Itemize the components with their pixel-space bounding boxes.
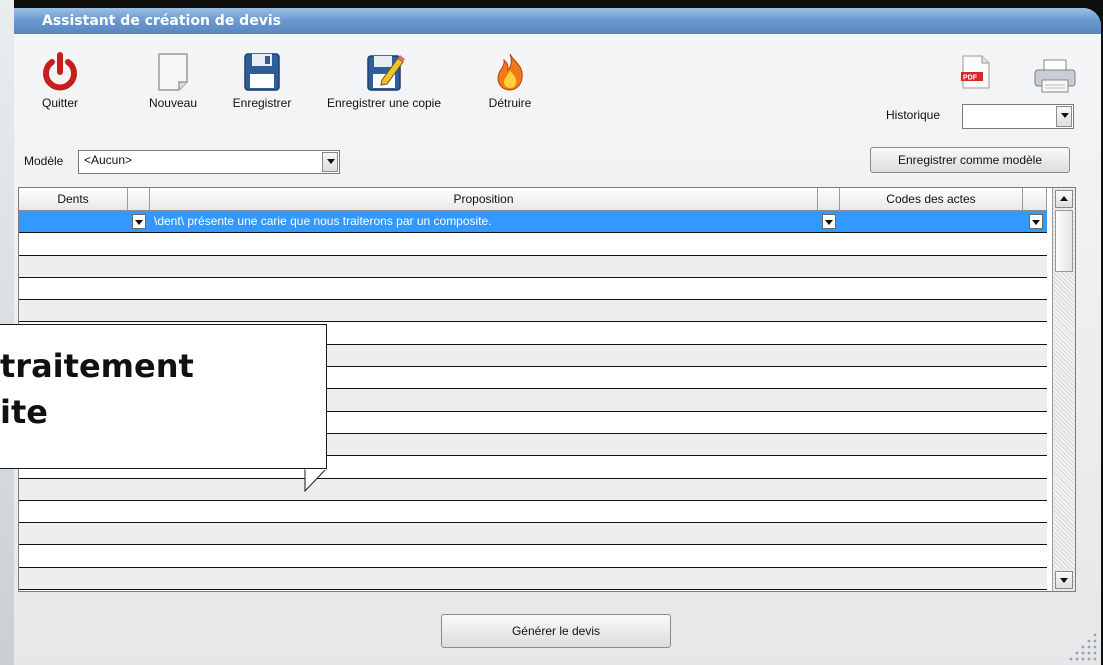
printer-icon: [1034, 59, 1076, 93]
table-row[interactable]: [19, 478, 1047, 501]
export-pdf-button[interactable]: PDF: [958, 54, 992, 94]
proposition-dropdown-arrow[interactable]: [822, 214, 836, 229]
header-dents-spacer: [128, 188, 150, 210]
scroll-up-icon[interactable]: [1055, 190, 1073, 208]
resize-grip-icon[interactable]: [1061, 625, 1101, 665]
save-as-model-button[interactable]: Enregistrer comme modèle: [870, 147, 1070, 173]
header-proposition[interactable]: Proposition: [150, 188, 818, 210]
model-select[interactable]: <Aucun>: [78, 150, 340, 174]
codes-dropdown-arrow[interactable]: [1029, 214, 1043, 229]
quit-label: Quitter: [41, 96, 78, 110]
save-copy-button[interactable]: Enregistrer une copie: [312, 52, 456, 110]
table-row[interactable]: \dent\ présente une carie que nous trait…: [19, 211, 1047, 234]
grid-vertical-scrollbar[interactable]: [1052, 188, 1075, 591]
svg-text:PDF: PDF: [963, 75, 978, 82]
table-row[interactable]: [19, 255, 1047, 278]
dents-dropdown-arrow[interactable]: [132, 214, 146, 229]
fire-icon: [497, 53, 523, 91]
save-copy-icon: [367, 55, 405, 91]
history-dropdown-arrow[interactable]: [1056, 106, 1072, 127]
destroy-label: Détruire: [488, 96, 532, 110]
scroll-down-icon[interactable]: [1055, 571, 1073, 589]
quit-button[interactable]: Quitter: [32, 52, 88, 110]
pdf-icon: PDF: [961, 55, 990, 89]
table-row[interactable]: [19, 523, 1047, 546]
destroy-button[interactable]: Détruire: [480, 52, 540, 110]
scroll-thumb[interactable]: [1055, 210, 1073, 272]
header-codes[interactable]: Codes des actes: [840, 188, 1023, 210]
window-title: Assistant de création de devis: [14, 8, 1101, 34]
new-document-icon: [158, 53, 188, 91]
callout-text: traitement ite: [0, 347, 194, 431]
grid-header: Dents Proposition Codes des actes: [19, 188, 1047, 211]
header-dents[interactable]: Dents: [19, 188, 128, 210]
history-label: Historique: [886, 108, 941, 122]
callout-tail: [304, 469, 327, 493]
save-label: Enregistrer: [232, 96, 292, 110]
new-button[interactable]: Nouveau: [138, 52, 208, 110]
save-button[interactable]: Enregistrer: [224, 52, 300, 110]
table-row[interactable]: [19, 233, 1047, 256]
new-label: Nouveau: [148, 96, 198, 110]
proposition-cell[interactable]: \dent\ présente une carie que nous trait…: [154, 214, 492, 228]
header-proposition-spacer: [818, 188, 840, 210]
table-row[interactable]: [19, 500, 1047, 524]
save-copy-label: Enregistrer une copie: [326, 96, 442, 110]
history-select[interactable]: [962, 104, 1074, 129]
model-value: <Aucun>: [84, 153, 133, 167]
table-row[interactable]: [19, 567, 1047, 591]
model-dropdown-arrow[interactable]: [322, 152, 338, 172]
floppy-disk-icon: [244, 53, 280, 91]
table-row[interactable]: [19, 300, 1047, 323]
table-row[interactable]: [19, 277, 1047, 301]
model-label: Modèle: [24, 154, 64, 168]
power-icon: [43, 52, 77, 91]
header-codes-spacer: [1023, 188, 1047, 210]
print-button[interactable]: [1032, 58, 1078, 98]
generate-quote-button[interactable]: Générer le devis: [441, 614, 671, 648]
tutorial-callout: traitement ite: [0, 324, 327, 469]
table-row[interactable]: [19, 545, 1047, 568]
